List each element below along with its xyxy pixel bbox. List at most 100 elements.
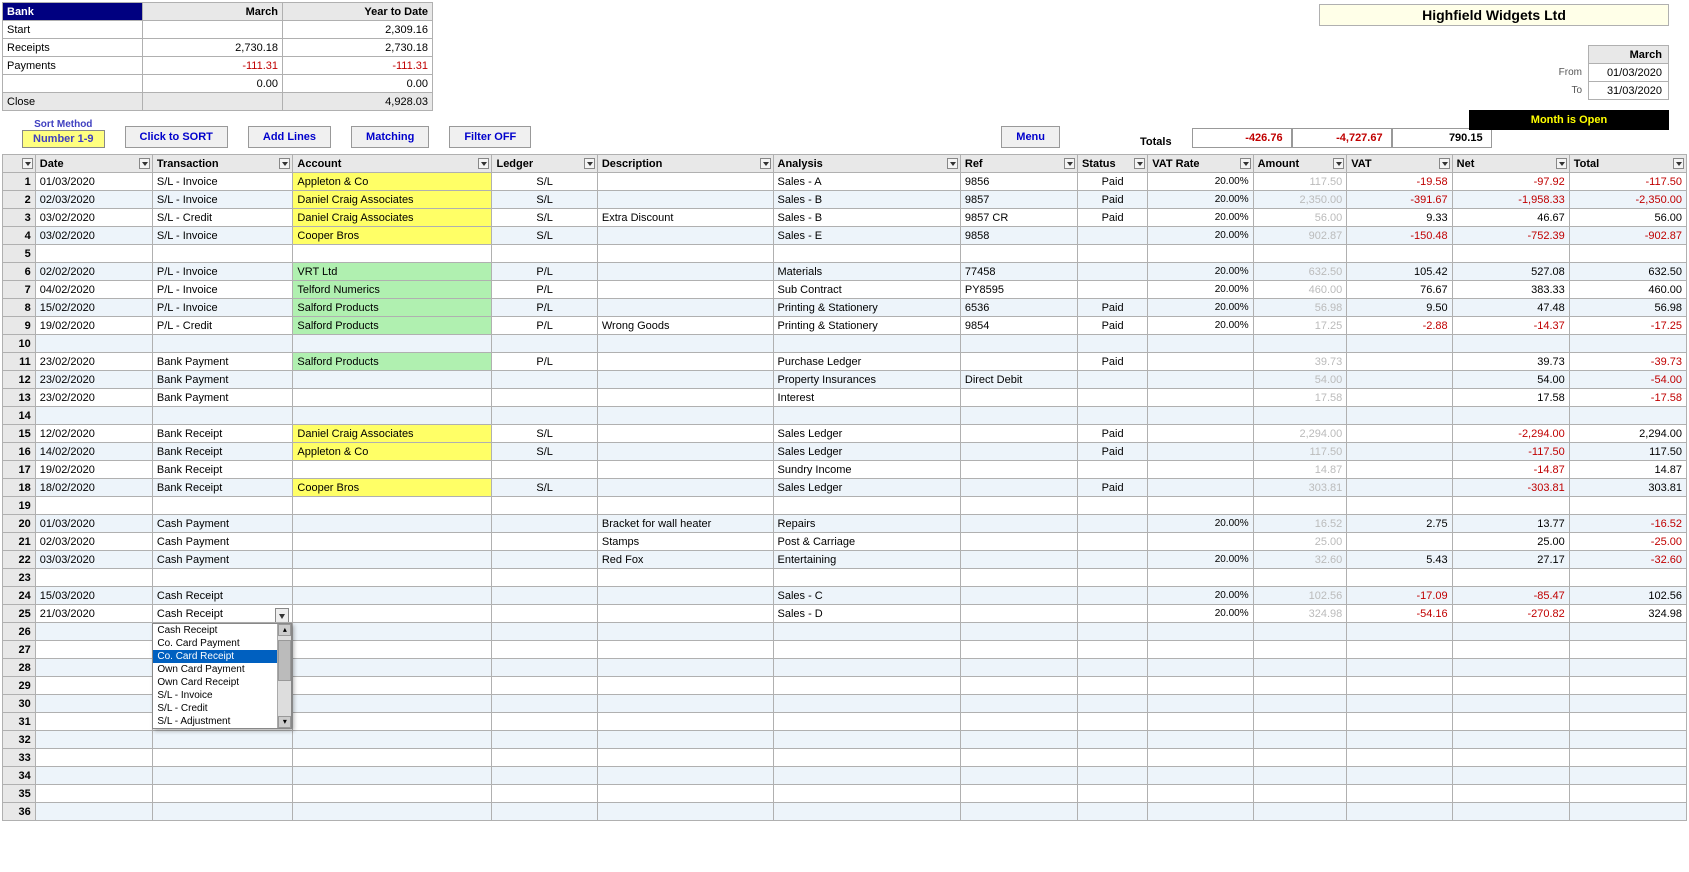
cell-net[interactable]: -117.50: [1452, 443, 1569, 461]
cell-net[interactable]: [1452, 767, 1569, 785]
cell-analysis[interactable]: [773, 569, 960, 587]
cell-amount[interactable]: [1253, 659, 1347, 677]
table-row[interactable]: 19: [3, 497, 1687, 515]
table-row[interactable]: 10: [3, 335, 1687, 353]
cell-amount[interactable]: [1253, 641, 1347, 659]
cell-ledger[interactable]: S/L: [492, 191, 597, 209]
cell-amount[interactable]: 32.60: [1253, 551, 1347, 569]
cell-vatrate[interactable]: 20.00%: [1148, 191, 1253, 209]
cell-ref[interactable]: 9854: [960, 317, 1077, 335]
cell-total[interactable]: 56.00: [1569, 209, 1686, 227]
cell-amount[interactable]: 25.00: [1253, 533, 1347, 551]
cell-account[interactable]: Daniel Craig Associates: [293, 191, 492, 209]
col-header-ledger[interactable]: Ledger: [492, 155, 597, 173]
cell-net[interactable]: 46.67: [1452, 209, 1569, 227]
cell-vat[interactable]: 2.75: [1347, 515, 1452, 533]
cell-date[interactable]: [35, 497, 152, 515]
cell-vat[interactable]: [1347, 389, 1452, 407]
cell-amount[interactable]: [1253, 569, 1347, 587]
cell-transaction[interactable]: [152, 767, 293, 785]
cell-transaction[interactable]: Bank Receipt: [152, 425, 293, 443]
cell-description[interactable]: [597, 281, 773, 299]
cell-vat[interactable]: [1347, 245, 1452, 263]
cell-ledger[interactable]: [492, 803, 597, 821]
cell-vat[interactable]: 5.43: [1347, 551, 1452, 569]
cell-ledger[interactable]: [492, 587, 597, 605]
cell-ledger[interactable]: S/L: [492, 443, 597, 461]
cell-vat[interactable]: [1347, 479, 1452, 497]
cell-net[interactable]: 39.73: [1452, 353, 1569, 371]
table-row[interactable]: 1 01/03/2020 S/L - Invoice Appleton & Co…: [3, 173, 1687, 191]
cell-ref[interactable]: 9857 CR: [960, 209, 1077, 227]
cell-date[interactable]: 15/03/2020: [35, 587, 152, 605]
cell-description[interactable]: [597, 731, 773, 749]
cell-transaction[interactable]: P/L - Invoice: [152, 263, 293, 281]
cell-transaction[interactable]: [152, 245, 293, 263]
cell-date[interactable]: 15/02/2020: [35, 299, 152, 317]
cell-ref[interactable]: PY8595: [960, 281, 1077, 299]
cell-amount[interactable]: [1253, 785, 1347, 803]
cell-vat[interactable]: [1347, 407, 1452, 425]
cell-description[interactable]: [597, 605, 773, 623]
cell-status[interactable]: [1077, 641, 1147, 659]
cell-transaction[interactable]: [152, 407, 293, 425]
table-row[interactable]: 32: [3, 731, 1687, 749]
cell-ref[interactable]: [960, 569, 1077, 587]
cell-vat[interactable]: [1347, 677, 1452, 695]
cell-net[interactable]: -85.47: [1452, 587, 1569, 605]
cell-vat[interactable]: -391.67: [1347, 191, 1452, 209]
cell-analysis[interactable]: [773, 677, 960, 695]
cell-date[interactable]: [35, 407, 152, 425]
cell-account[interactable]: [293, 245, 492, 263]
cell-total[interactable]: [1569, 659, 1686, 677]
cell-status[interactable]: [1077, 533, 1147, 551]
cell-ledger[interactable]: [492, 569, 597, 587]
cell-amount[interactable]: 17.58: [1253, 389, 1347, 407]
col-header-transaction[interactable]: Transaction: [152, 155, 293, 173]
cell-status[interactable]: [1077, 587, 1147, 605]
cell-ledger[interactable]: [492, 533, 597, 551]
cell-status[interactable]: Paid: [1077, 425, 1147, 443]
cell-analysis[interactable]: Sales - B: [773, 209, 960, 227]
cell-date[interactable]: 01/03/2020: [35, 173, 152, 191]
cell-amount[interactable]: [1253, 497, 1347, 515]
cell-account[interactable]: VRT Ltd: [293, 263, 492, 281]
cell-ledger[interactable]: [492, 515, 597, 533]
cell-ledger[interactable]: [492, 371, 597, 389]
cell-ref[interactable]: [960, 605, 1077, 623]
to-date[interactable]: 31/03/2020: [1589, 82, 1669, 100]
cell-date[interactable]: 03/02/2020: [35, 227, 152, 245]
cell-analysis[interactable]: [773, 803, 960, 821]
cell-analysis[interactable]: Sales - B: [773, 191, 960, 209]
cell-amount[interactable]: 324.98: [1253, 605, 1347, 623]
cell-ledger[interactable]: [492, 497, 597, 515]
table-row[interactable]: 15 12/02/2020 Bank Receipt Daniel Craig …: [3, 425, 1687, 443]
cell-date[interactable]: 02/02/2020: [35, 263, 152, 281]
cell-net[interactable]: -752.39: [1452, 227, 1569, 245]
cell-analysis[interactable]: [773, 785, 960, 803]
cell-net[interactable]: [1452, 623, 1569, 641]
table-row[interactable]: 14: [3, 407, 1687, 425]
cell-total[interactable]: [1569, 713, 1686, 731]
cell-net[interactable]: [1452, 785, 1569, 803]
cell-ledger[interactable]: [492, 677, 597, 695]
cell-ref[interactable]: [960, 641, 1077, 659]
cell-account[interactable]: [293, 731, 492, 749]
cell-status[interactable]: [1077, 659, 1147, 677]
filter-dropdown-icon[interactable]: [584, 158, 595, 169]
sort-method-value[interactable]: Number 1-9: [22, 130, 105, 148]
cell-ledger[interactable]: [492, 407, 597, 425]
cell-total[interactable]: -39.73: [1569, 353, 1686, 371]
cell-status[interactable]: [1077, 695, 1147, 713]
cell-analysis[interactable]: Sales - C: [773, 587, 960, 605]
cell-vat[interactable]: [1347, 425, 1452, 443]
cell-amount[interactable]: 303.81: [1253, 479, 1347, 497]
filter-dropdown-icon[interactable]: [1673, 158, 1684, 169]
table-row[interactable]: 13 23/02/2020 Bank Payment Interest 17.5…: [3, 389, 1687, 407]
cell-net[interactable]: [1452, 659, 1569, 677]
cell-description[interactable]: [597, 407, 773, 425]
cell-analysis[interactable]: [773, 407, 960, 425]
cell-account[interactable]: Appleton & Co: [293, 443, 492, 461]
cell-description[interactable]: [597, 461, 773, 479]
cell-analysis[interactable]: Sales Ledger: [773, 479, 960, 497]
